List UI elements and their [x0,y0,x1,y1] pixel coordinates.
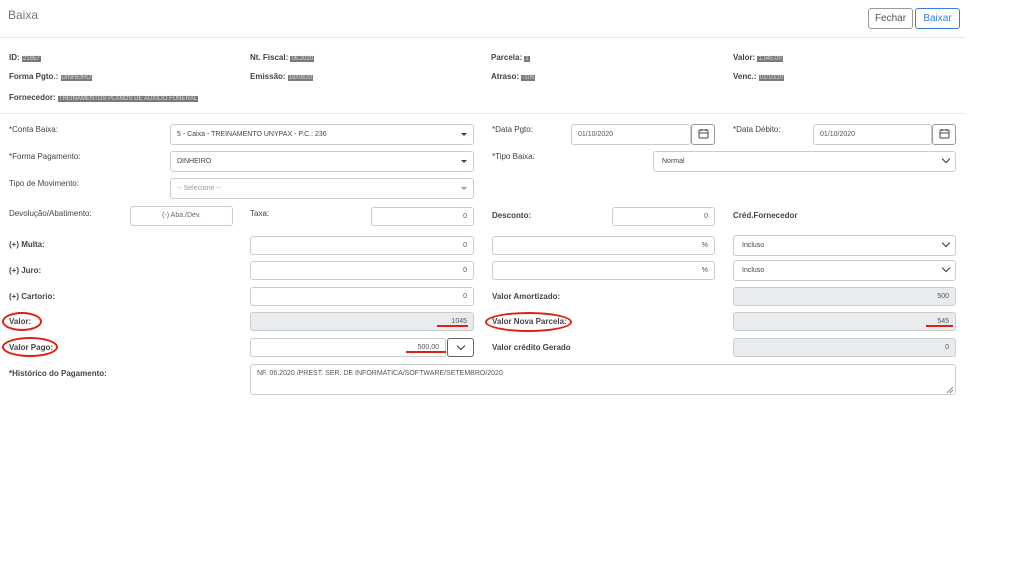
valor-field: 1045 [250,312,474,331]
annotation-circle [2,312,42,331]
cartorio-input[interactable]: 0 [250,287,474,306]
tipo-movimento-label: Tipo de Movimento: [9,179,79,188]
multa-pct-input[interactable]: % [492,236,715,255]
valor-credito-label: Valor crédito Gerado [492,343,571,352]
info-venc: Venc.: 01/10/20 [733,72,785,81]
info-emissao: Emissão: 18/08/20 [250,72,314,81]
devolucao-input[interactable]: (-) Aba./Dev. [130,206,233,226]
juro-input[interactable]: 0 [250,261,474,280]
conta-baixa-label: *Conta Baixa: [9,125,58,134]
page-title: Baixa [8,8,39,22]
annotation-circle [485,312,572,332]
info-nf: Nt. Fiscal: 06.2020 [250,53,315,62]
valor-credito-field: 0 [733,338,956,357]
historico-textarea[interactable]: NF. 06.2020 /PREST. SER. DE INFORMATICA/… [250,364,956,395]
caret-down-icon [461,160,467,163]
close-button[interactable]: Fechar [868,8,913,29]
valor-amortizado-label: Valor Amortizado: [492,292,561,301]
valor-nova-parcela-field: 545 [733,312,956,331]
historico-label: *Histórico do Pagamento: [9,369,107,378]
annotation-circle [2,337,58,357]
taxa-input[interactable]: 0 [371,207,474,226]
tipo-movimento-placeholder: -- Selecione -- [177,185,221,192]
forma-pagamento-label: *Forma Pagamento: [9,152,81,161]
multa-input[interactable]: 0 [250,236,474,255]
annotation-underline [406,351,446,353]
juro-option-value: Incluso [742,267,765,274]
annotation-underline [926,325,953,327]
valor-amortizado-field: 500 [733,287,956,306]
data-debito-label: *Data Débito: [733,125,781,134]
juro-option-select[interactable]: Incluso [733,260,956,281]
tipo-baixa-label: *Tipo Baixa: [492,152,535,161]
divider [0,37,965,38]
desconto-label: Desconto: [492,211,532,220]
calendar-icon[interactable] [932,124,956,145]
tipo-movimento-select[interactable]: -- Selecione -- [170,178,474,199]
multa-label: (+) Multa: [9,240,45,249]
taxa-label: Taxa: [250,209,270,218]
tipo-baixa-value: Normal [662,158,685,165]
valor-pago-input[interactable]: 500,00 [250,338,446,357]
desconto-input[interactable]: 0 [612,207,715,226]
chevron-down-icon [941,238,951,248]
forma-pagamento-select[interactable]: DINHEIRO [170,151,474,172]
info-fornecedor: Fornecedor: TREINAMENTOS PLANOS DE AUXIL… [9,93,199,102]
cartorio-label: (+) Cartorio: [9,292,55,301]
conta-baixa-value: 5 - Caixa - TREINAMENTO UNYPAX - P.C.: 2… [177,131,327,138]
dropdown-toggle-button[interactable] [447,338,474,357]
info-parcela: Parcela: 1 [491,53,530,62]
calendar-icon[interactable] [691,124,715,145]
juro-label: (+) Juro: [9,266,42,275]
info-valor: Valor: 1.045,00 [733,53,783,62]
conta-baixa-select[interactable]: 5 - Caixa - TREINAMENTO UNYPAX - P.C.: 2… [170,124,474,145]
chevron-down-icon [941,263,951,273]
info-id: ID: 21657 [9,53,41,62]
chevron-down-icon [456,341,466,351]
multa-option-value: Incluso [742,242,765,249]
data-pgto-input[interactable]: 01/10/2020 [571,124,691,145]
multa-option-select[interactable]: Incluso [733,235,956,256]
resize-handle-icon[interactable] [946,386,954,394]
cred-fornecedor-label: Créd.Fornecedor [733,211,798,220]
data-debito-input[interactable]: 01/10/2020 [813,124,932,145]
caret-down-icon [461,187,467,190]
devolucao-label: Devolução/Abatimento: [9,209,92,218]
chevron-down-icon [941,154,951,164]
data-pgto-label: *Data Pgto: [492,125,533,134]
annotation-underline [437,325,468,327]
forma-pagamento-value: DINHEIRO [177,158,212,165]
juro-pct-input[interactable]: % [492,261,715,280]
divider [0,113,965,114]
caret-down-icon [461,133,467,136]
confirm-button[interactable]: Baixar [915,8,960,29]
tipo-baixa-select[interactable]: Normal [653,151,956,172]
info-forma: Forma Pgto.: DINHEIRO [9,72,92,81]
info-atraso: Atraso: -105 [491,72,536,81]
